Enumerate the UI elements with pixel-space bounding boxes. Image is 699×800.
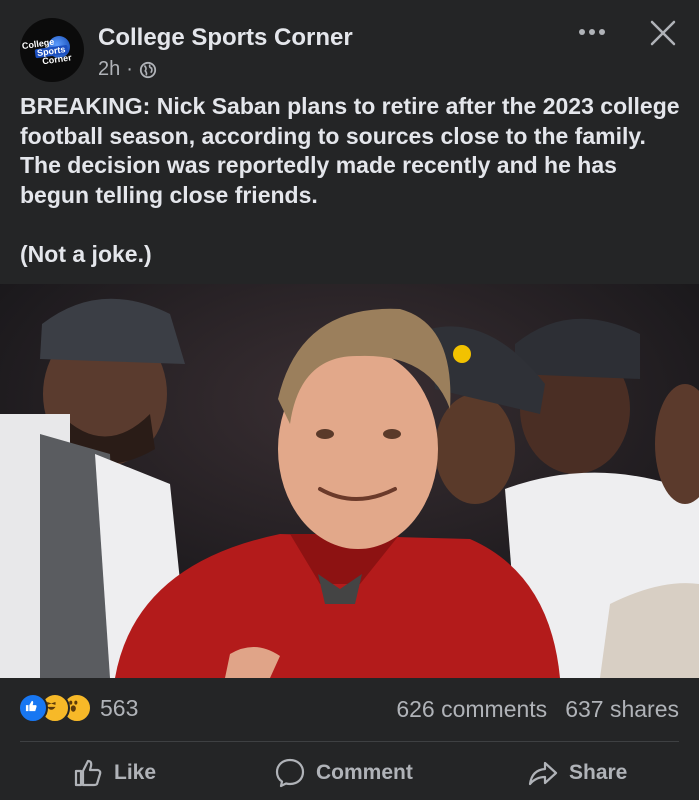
meta-separator: · — [126, 58, 133, 80]
post-time[interactable]: 2h — [98, 58, 120, 81]
post-stats: 626 comments 637 shares — [396, 696, 679, 723]
share-label: Share — [569, 761, 628, 784]
reaction-count: 563 — [100, 694, 139, 721]
like-button[interactable]: Like — [72, 748, 156, 798]
comment-button[interactable]: Comment — [274, 748, 413, 798]
post-text: BREAKING: Nick Saban plans to retire aft… — [20, 93, 680, 267]
thumbs-up-icon — [74, 759, 102, 787]
avatar-logo-text: College Sports Corner — [21, 34, 82, 69]
page-name[interactable]: College Sports Corner — [98, 24, 353, 52]
divider — [20, 741, 679, 742]
post-photo[interactable] — [0, 284, 699, 678]
comments-count[interactable]: 626 comments — [396, 696, 547, 723]
comment-bubble-icon — [275, 758, 305, 788]
photo-illustration — [0, 284, 699, 678]
action-bar: Like Comment Share — [0, 748, 699, 800]
post-meta: 2h · — [98, 58, 157, 81]
close-icon[interactable] — [650, 20, 676, 46]
like-reaction-icon — [18, 693, 48, 723]
like-label: Like — [114, 761, 157, 784]
share-arrow-icon — [528, 761, 558, 786]
post-header: College Sports Corner College Sports Cor… — [0, 0, 699, 90]
reaction-summary[interactable]: 563 — [18, 693, 138, 723]
comment-label: Comment — [316, 761, 413, 784]
more-icon[interactable] — [576, 22, 608, 42]
page-avatar[interactable]: College Sports Corner — [20, 18, 84, 82]
avatar-logo-line-3: Corner — [41, 52, 73, 67]
globe-icon — [139, 61, 157, 78]
shares-count[interactable]: 637 shares — [565, 696, 679, 723]
share-button[interactable]: Share — [527, 748, 627, 798]
